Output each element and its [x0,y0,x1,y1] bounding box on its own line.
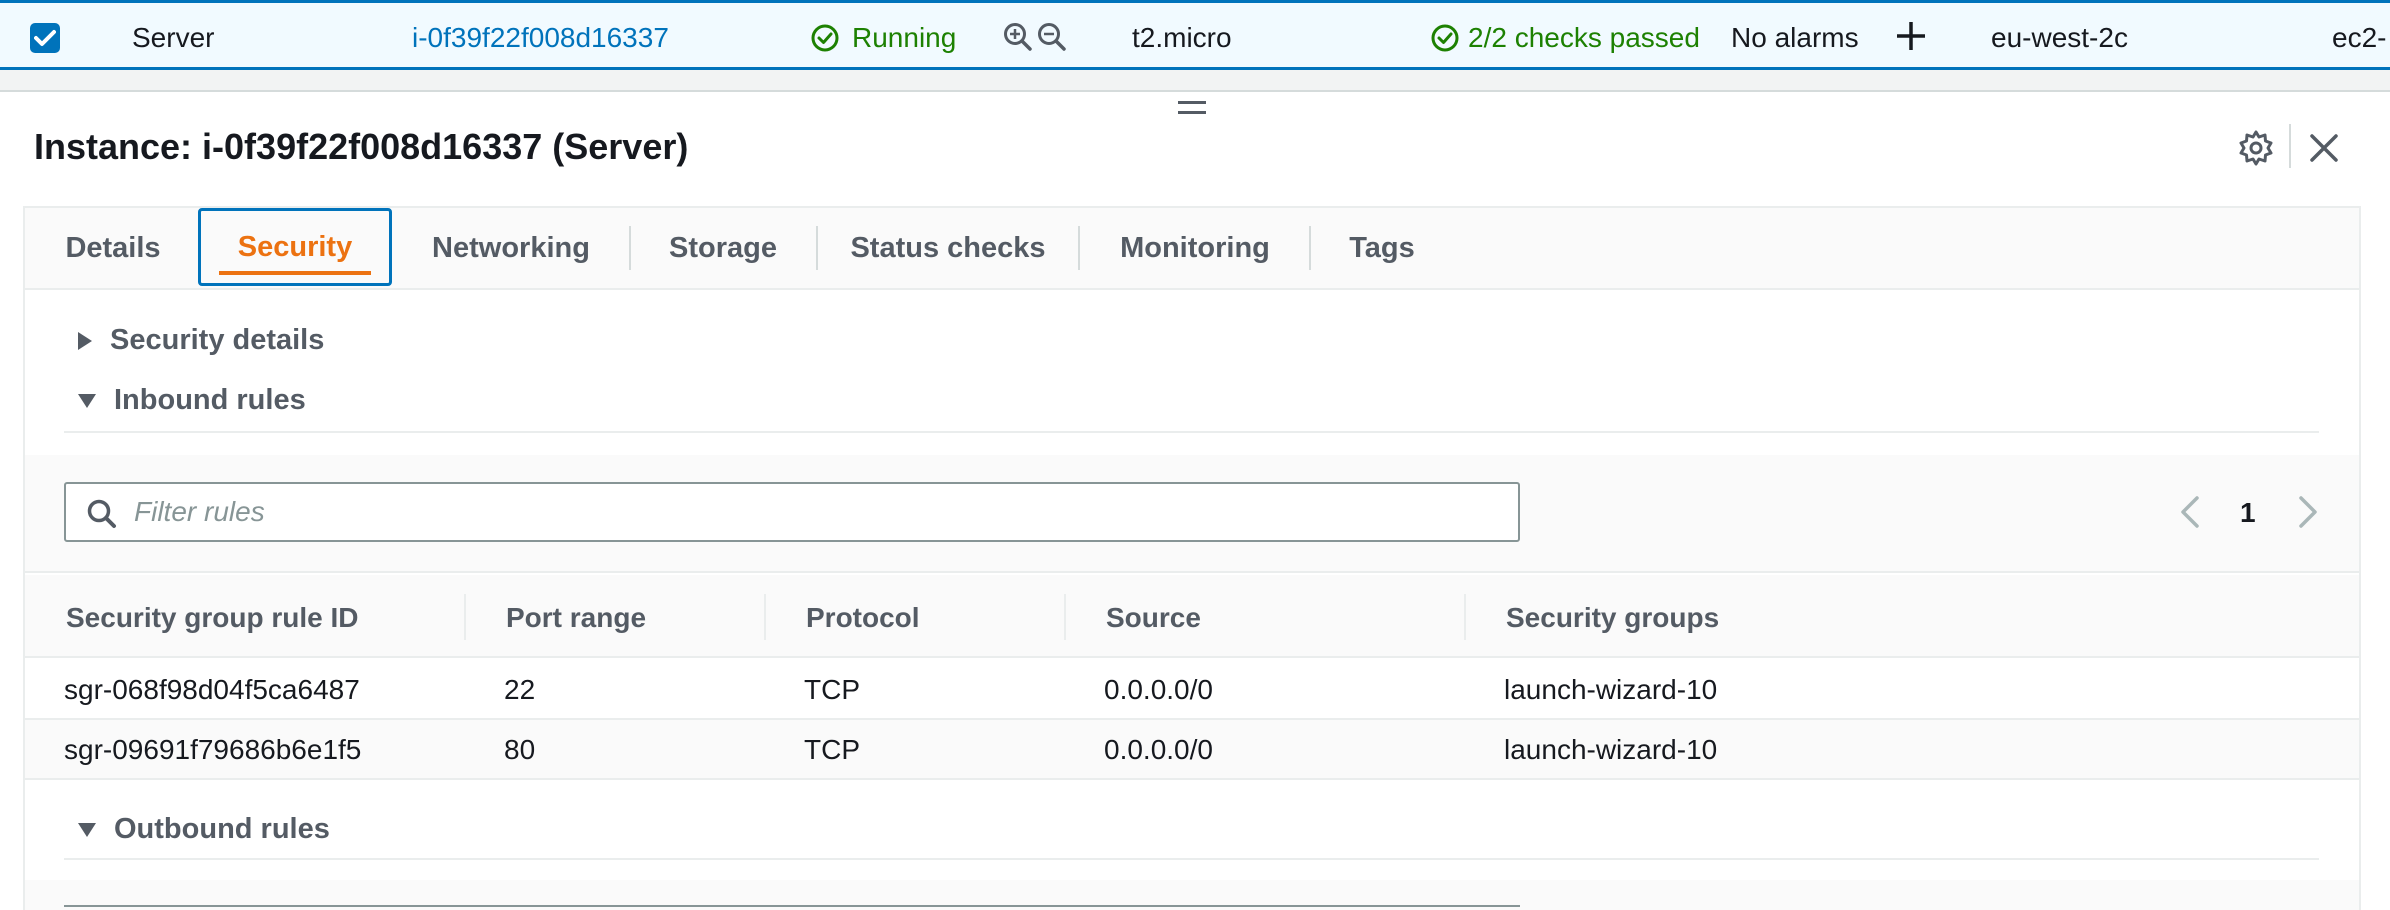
success-check-icon [811,24,839,52]
settings-button[interactable] [2236,128,2276,173]
zoom-in-icon[interactable] [1002,21,1034,53]
close-button[interactable] [2306,130,2342,171]
security-group-cell: launch-wizard-10 [1504,734,1718,765]
source-cell: 0.0.0.0/0 [1104,734,1213,765]
column-divider[interactable] [1064,594,1066,640]
filter-rules-input[interactable] [134,492,1494,532]
tab-divider [1078,226,1080,270]
tab-divider [816,226,818,270]
tab-security[interactable]: Security [198,208,392,286]
column-divider[interactable] [764,594,766,640]
source-cell: 0.0.0.0/0 [1104,674,1213,705]
column-header[interactable]: Security group rule ID [66,602,359,634]
column-header[interactable]: Protocol [806,602,920,634]
page-number[interactable]: 1 [2240,497,2256,529]
tab-monitoring[interactable]: Monitoring [1108,208,1282,288]
plus-icon [1897,22,1925,50]
resize-handle[interactable] [1178,101,1206,121]
rule-id-cell: sgr-068f98d04f5ca6487 [64,674,360,705]
status-check[interactable]: 2/2 checks passed [1430,21,1702,55]
zoom-controls [1002,21,1068,53]
tab-networking[interactable]: Networking [418,208,604,288]
inbound-rules-toggle[interactable]: Inbound rules [76,384,306,417]
caret-right-icon [78,331,92,350]
instance-state-label: Running [852,22,957,53]
column-header[interactable]: Source [1106,602,1201,634]
column-header[interactable]: Security groups [1506,602,1719,634]
security-group-cell: launch-wizard-10 [1504,674,1718,705]
section-divider [64,858,2319,860]
alarm-status: No alarms [1731,22,1859,53]
search-icon [87,499,116,528]
rule-id-cell: sgr-09691f79686b6e1f5 [64,734,362,765]
header-divider [2289,124,2291,168]
section-label: Outbound rules [114,813,330,845]
status-check-label: 2/2 checks passed [1468,22,1700,53]
column-divider[interactable] [1464,594,1466,640]
chevron-right-icon [2299,496,2317,528]
column-divider[interactable] [464,594,466,640]
instance-id-link[interactable]: i-0f39f22f008d16337 [412,21,669,55]
tab-details[interactable]: Details [40,208,186,288]
page-title: Instance: i-0f39f22f008d16337 (Server) [34,126,689,167]
row-checkbox[interactable] [30,23,60,53]
previous-page-button[interactable] [2178,495,2202,534]
section-label: Security details [110,324,325,356]
next-page-button[interactable] [2296,495,2320,534]
column-header[interactable]: Port range [506,602,646,634]
public-dns: ec2- [2332,22,2387,53]
tab-divider [629,226,631,270]
outbound-rules-toggle[interactable]: Outbound rules [76,813,330,846]
close-icon [2310,134,2338,162]
tab-tags[interactable]: Tags [1334,208,1430,288]
outbound-filter-field[interactable] [64,905,1520,910]
security-details-toggle[interactable]: Security details [76,324,324,357]
protocol-cell: TCP [804,734,860,765]
protocol-cell: TCP [804,674,860,705]
gear-icon [2239,130,2273,166]
tab-divider [1309,226,1311,270]
availability-zone: eu-west-2c [1991,22,2128,53]
port-range-cell: 80 [504,734,536,765]
filter-rules-field[interactable] [64,482,1520,542]
section-divider [64,431,2319,433]
split-divider [0,70,2390,92]
port-range-cell: 22 [504,674,536,705]
instance-state: Running [810,21,956,55]
add-alarm-button[interactable] [1894,19,1928,61]
caret-down-icon [78,822,96,837]
chevron-left-icon [2181,496,2199,528]
check-icon [34,30,56,46]
tab-storage[interactable]: Storage [654,208,792,288]
instance-name: Server [132,22,215,53]
tab-status-checks[interactable]: Status checks [848,208,1048,288]
caret-down-icon [78,393,96,408]
section-label: Inbound rules [114,384,306,416]
instance-type: t2.micro [1132,22,1232,53]
zoom-out-icon[interactable] [1036,21,1068,53]
instance-row[interactable]: Server i-0f39f22f008d16337 Running t2.mi… [0,0,2390,70]
success-check-icon [1431,24,1459,52]
